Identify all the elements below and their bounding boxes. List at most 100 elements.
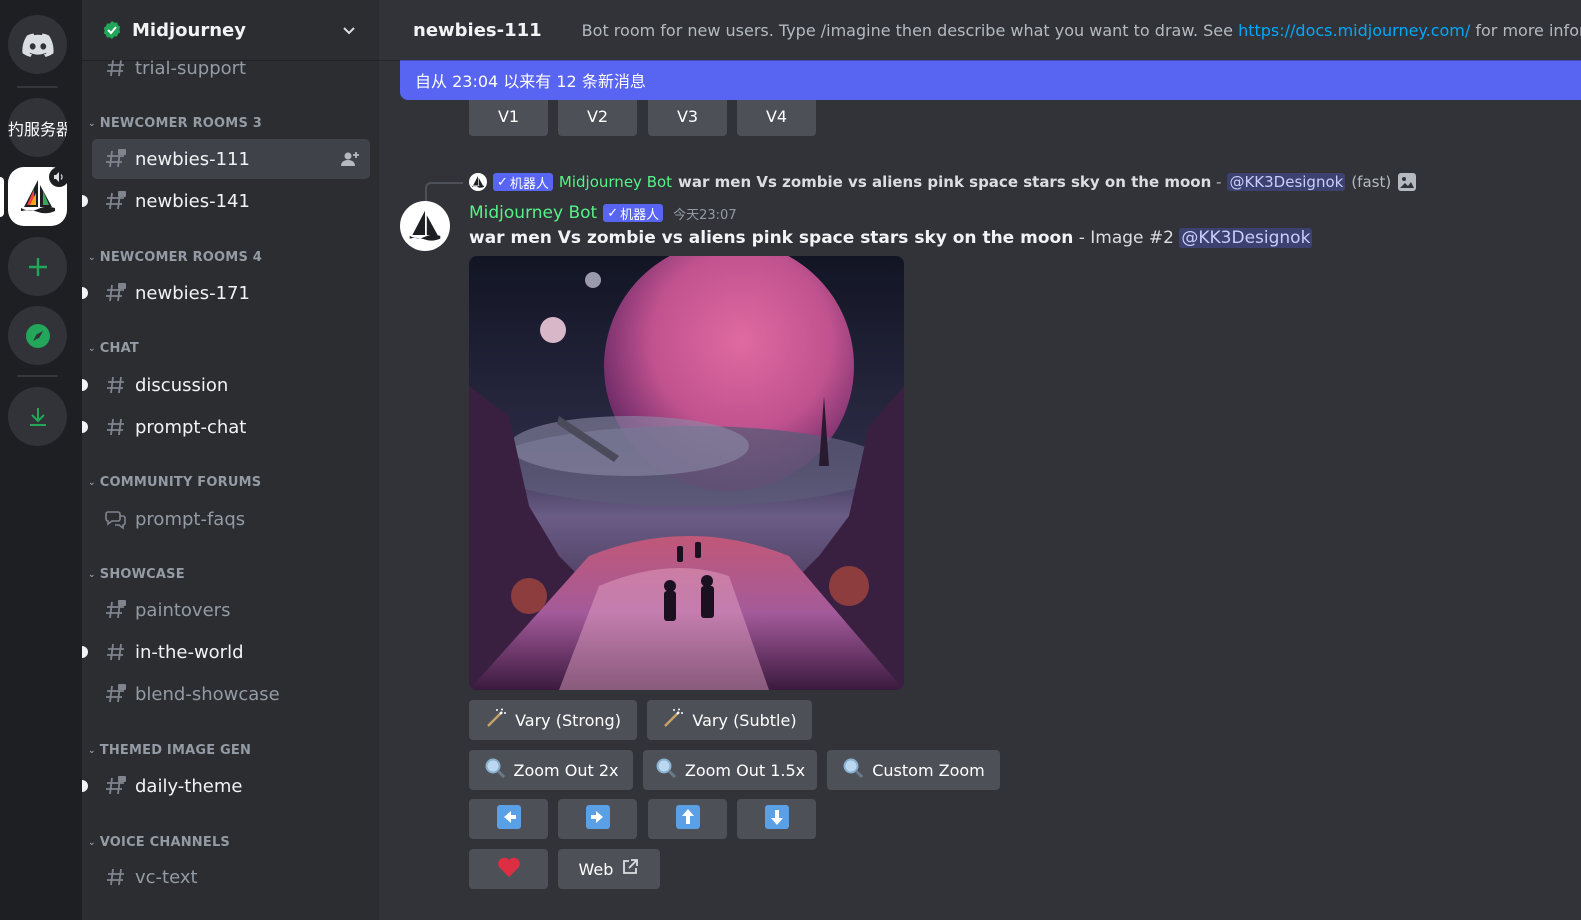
vary-subtle-button[interactable]: Vary (Subtle) <box>647 700 812 740</box>
header-channel-name: newbies-111 <box>413 19 542 41</box>
channel-label: newbies-171 <box>135 282 250 304</box>
message-prompt: war men Vs zombie vs aliens pink space s… <box>469 228 1074 248</box>
category-label: COMMUNITY FORUMS <box>99 475 262 490</box>
channel-prompt-faqs[interactable]: prompt-faqs <box>92 499 370 539</box>
reply-connector <box>425 182 463 202</box>
category-label: SHOWCASE <box>99 567 185 582</box>
channel-topic[interactable]: Bot room for new users. Type /imagine th… <box>582 21 1581 40</box>
variation-3-button[interactable]: V3 <box>648 96 727 136</box>
midjourney-sailboat-icon <box>409 210 441 241</box>
channel-newbies-111[interactable]: newbies-111 <box>92 139 370 179</box>
channel-blend-showcase[interactable]: blend-showcase <box>92 674 370 714</box>
category-newcomer-rooms-3[interactable]: ⌄ NEWCOMER ROOMS 3 <box>88 116 262 131</box>
favorite-button[interactable] <box>469 849 548 889</box>
channel-paintovers[interactable]: paintovers <box>92 590 370 630</box>
image-icon <box>1397 172 1417 192</box>
new-messages-banner[interactable]: 自从 23:04 以来有 12 条新消息 <box>400 60 1581 100</box>
message-mention[interactable]: @KK3Designok <box>1179 228 1313 248</box>
pan-right-button[interactable] <box>558 799 637 839</box>
midjourney-server-button[interactable] <box>8 167 69 226</box>
category-label: NEWCOMER ROOMS 4 <box>99 250 262 265</box>
server-text-button[interactable]: 扚服务器 <box>8 98 67 157</box>
message-author[interactable]: Midjourney Bot <box>469 203 597 223</box>
topic-link[interactable]: https://docs.midjourney.com/ <box>1238 21 1470 40</box>
channel-vc-text[interactable]: vc-text <box>92 857 370 897</box>
category-label: THEMED IMAGE GEN <box>99 743 252 758</box>
pan-down-button[interactable] <box>737 799 816 839</box>
generated-image[interactable] <box>469 256 904 690</box>
unread-indicator <box>82 195 88 207</box>
category-chat[interactable]: ⌄ CHAT <box>88 341 139 356</box>
reply-reference[interactable]: ✓ 机器人 Midjourney Bot war men Vs zombie vs… <box>469 171 1417 193</box>
category-themed-image-gen[interactable]: ⌄ THEMED IMAGE GEN <box>88 743 251 758</box>
reply-prompt-text: war men Vs zombie vs aliens pink space s… <box>678 173 1212 191</box>
forum-icon <box>104 507 128 531</box>
download-apps-button[interactable] <box>8 387 67 446</box>
channel-prompt-chat[interactable]: prompt-chat <box>82 407 370 447</box>
channel-header: newbies-111 Bot room for new users. Type… <box>379 0 1581 60</box>
vary-strong-button[interactable]: Vary (Strong) <box>469 700 637 740</box>
channel-in-the-world[interactable]: in-the-world <box>82 632 370 672</box>
channel-discussion[interactable]: discussion <box>82 365 370 405</box>
message-header: Midjourney Bot ✓ 机器人 今天23:07 <box>469 201 737 225</box>
unread-indicator <box>82 421 88 433</box>
channel-daily-theme[interactable]: daily-theme <box>82 766 370 806</box>
compass-icon <box>25 323 50 348</box>
zoom-out-2x-button[interactable]: Zoom Out 2x <box>469 750 633 790</box>
category-newcomer-rooms-4[interactable]: ⌄ NEWCOMER ROOMS 4 <box>88 250 262 265</box>
message-timestamp[interactable]: 今天23:07 <box>673 204 736 223</box>
rail-separator <box>17 86 58 88</box>
button-label: Web <box>578 859 614 879</box>
server-rail: 扚服务器 <box>0 0 82 920</box>
thread-hash-icon <box>104 682 128 706</box>
bot-tag-label: 机器人 <box>509 176 549 192</box>
custom-zoom-button[interactable]: Custom Zoom <box>827 750 1000 790</box>
artwork-illustration <box>469 256 904 690</box>
hash-icon <box>104 640 128 664</box>
magnifier-icon <box>842 757 864 783</box>
category-showcase[interactable]: ⌄ SHOWCASE <box>88 567 185 582</box>
magic-wand-icon <box>662 707 684 733</box>
channel-label: paintovers <box>135 599 231 621</box>
speaker-icon <box>49 167 69 187</box>
reply-author[interactable]: Midjourney Bot <box>559 173 672 191</box>
variation-2-button[interactable]: V2 <box>558 96 637 136</box>
arrow-left-icon <box>496 805 521 833</box>
reply-avatar <box>469 173 487 191</box>
topic-prefix: Bot room for new users. Type /imagine th… <box>581 20 1239 40</box>
add-server-button[interactable] <box>8 237 67 296</box>
arrow-up-icon <box>675 805 700 833</box>
channel-newbies-141[interactable]: newbies-141 <box>82 181 370 221</box>
reply-mention[interactable]: @KK3Designok <box>1227 173 1346 191</box>
thread-hash-icon <box>104 147 128 171</box>
message-suffix: - Image #2 <box>1073 228 1180 248</box>
chevron-down-icon: ⌄ <box>88 118 96 129</box>
hash-icon <box>104 373 128 397</box>
explore-servers-button[interactable] <box>8 306 67 365</box>
web-link-button[interactable]: Web <box>558 849 660 889</box>
button-label: V2 <box>586 106 609 126</box>
channel-newbies-171[interactable]: newbies-171 <box>82 273 370 313</box>
active-server-pill <box>0 177 4 217</box>
channel-label: vc-text <box>135 866 198 888</box>
button-label: Vary (Subtle) <box>692 710 797 730</box>
pan-left-button[interactable] <box>469 799 548 839</box>
add-member-icon[interactable] <box>340 149 360 169</box>
heart-icon <box>497 856 521 882</box>
check-icon: ✓ <box>497 174 508 190</box>
chevron-down-icon[interactable] <box>341 22 357 38</box>
category-community-forums[interactable]: ⌄ COMMUNITY FORUMS <box>88 475 261 490</box>
variation-4-button[interactable]: V4 <box>737 96 816 136</box>
bot-avatar[interactable] <box>400 201 450 251</box>
unread-indicator <box>82 287 88 299</box>
thread-hash-icon <box>104 281 128 305</box>
magic-wand-icon <box>485 707 507 733</box>
guild-header[interactable]: Midjourney <box>82 0 379 60</box>
category-voice-channels[interactable]: ⌄ VOICE CHANNELS <box>88 835 230 850</box>
chevron-down-icon: ⌄ <box>88 569 96 580</box>
zoom-out-1-5x-button[interactable]: Zoom Out 1.5x <box>643 750 817 790</box>
pan-up-button[interactable] <box>648 799 727 839</box>
hash-icon <box>104 865 128 889</box>
variation-1-button[interactable]: V1 <box>469 96 548 136</box>
discord-home-button[interactable] <box>8 15 67 74</box>
